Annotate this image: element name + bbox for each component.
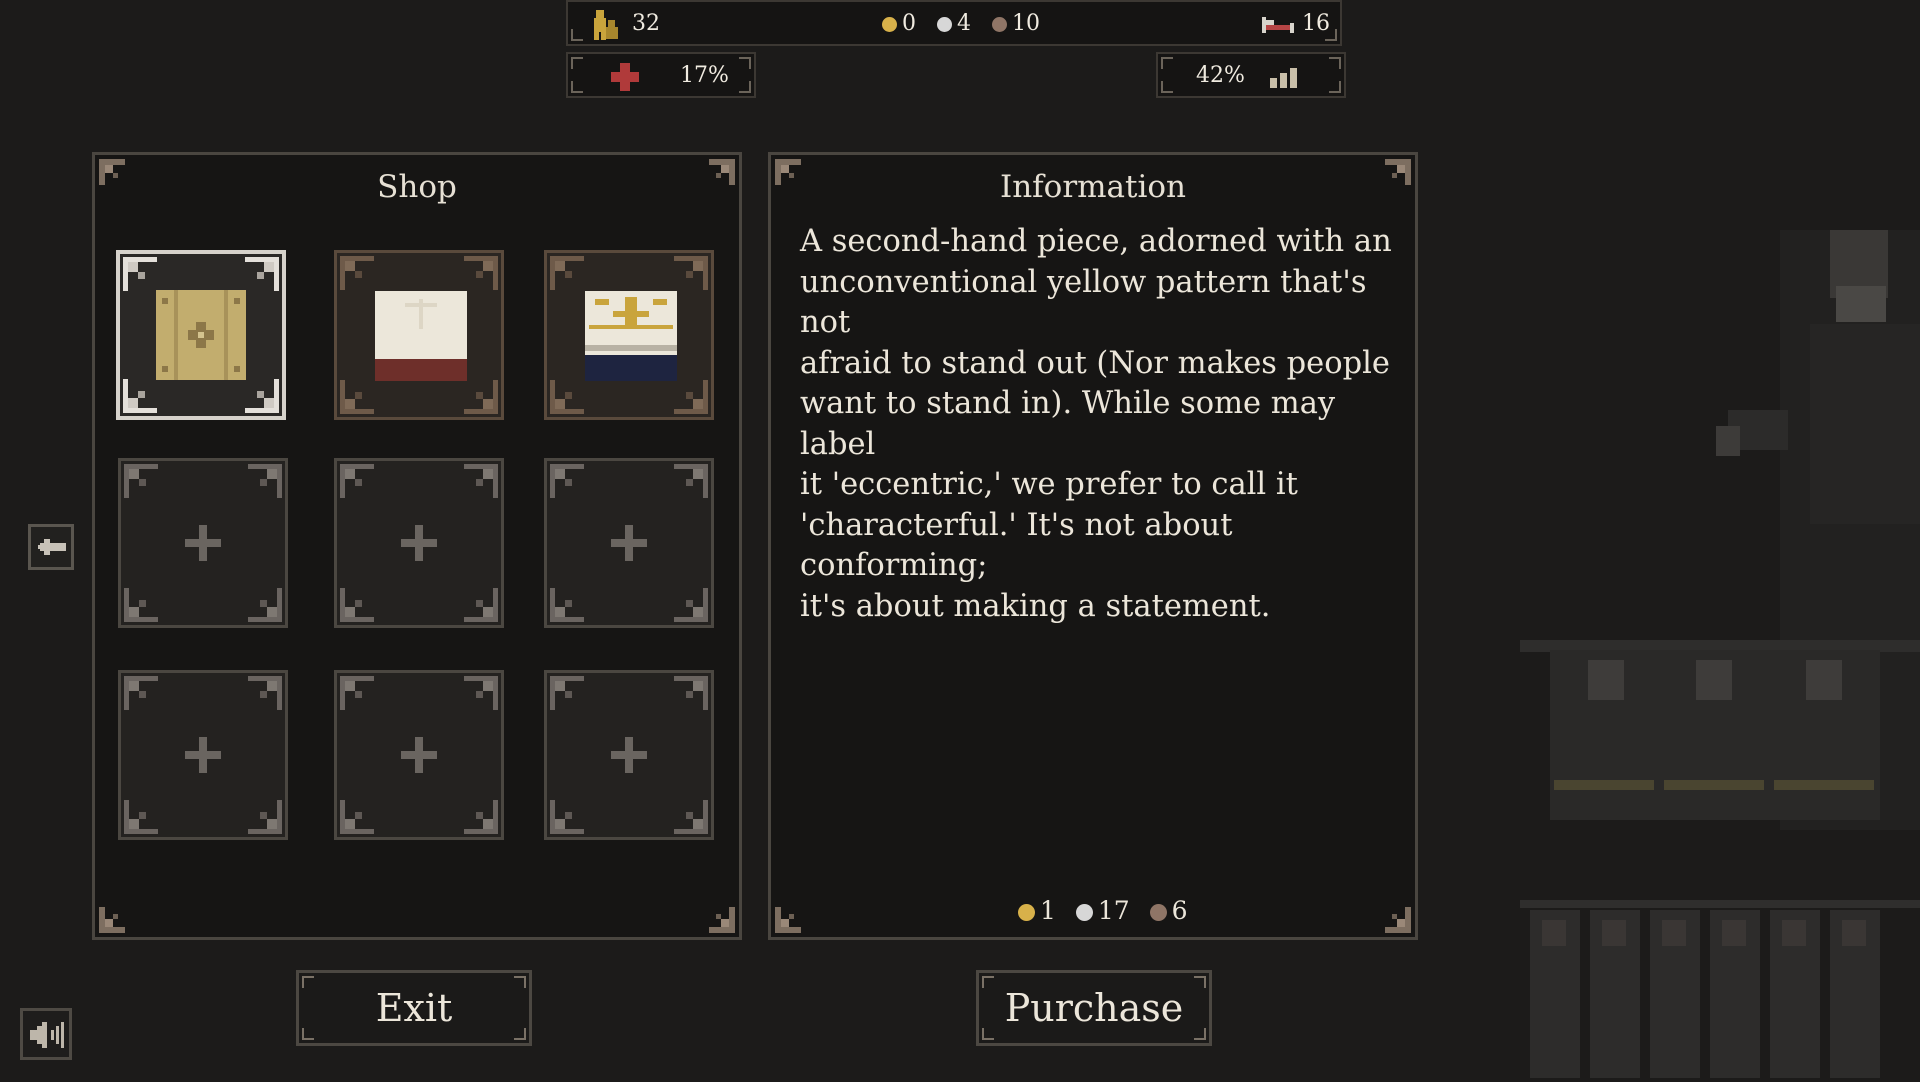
health-percent: 17% — [680, 63, 729, 88]
shop-item-slot-1[interactable] — [116, 250, 286, 420]
arrow-left-icon — [38, 536, 66, 562]
description-line: it 'eccentric,' we prefer to call it — [800, 467, 1298, 502]
signal-indicator: 42% — [1156, 52, 1346, 98]
description-line: want to stand in). While some may label — [800, 386, 1336, 462]
shop-item-slot-2[interactable] — [334, 250, 504, 420]
item-description: A second-hand piece, adorned with an unc… — [800, 222, 1400, 627]
exit-button-label: Exit — [375, 986, 453, 1030]
description-line: it's about making a statement. — [800, 588, 1271, 624]
gold-count: 0 — [902, 11, 916, 36]
shop-item-slot-8[interactable] — [334, 670, 504, 840]
people-icon — [594, 8, 624, 42]
plus-icon — [401, 737, 437, 773]
bed-count: 16 — [1302, 11, 1330, 36]
shop-item-slot-6[interactable] — [544, 458, 714, 628]
description-line: afraid to stand out (Nor makes people — [800, 345, 1390, 381]
bronze-coin-icon — [1149, 904, 1167, 921]
plus-icon — [185, 525, 221, 561]
silver-count: 4 — [957, 11, 971, 36]
red-cross-icon — [611, 63, 639, 91]
description-line: 'characterful.' It's not about conformin… — [800, 507, 1233, 584]
signal-bars-icon — [1270, 66, 1304, 88]
purchase-button-label: Purchase — [1004, 986, 1184, 1030]
plus-icon — [185, 737, 221, 773]
price-bronze: 6 — [1171, 896, 1188, 925]
yellow-pattern-fabric-icon — [156, 290, 246, 384]
bronze-count: 10 — [1012, 11, 1040, 36]
shop-item-slot-5[interactable] — [334, 458, 504, 628]
shop-title: Shop — [377, 169, 457, 205]
background-crowd-illustration — [1520, 220, 1920, 1078]
health-indicator: 17% — [566, 52, 756, 98]
white-red-fabric-icon — [375, 291, 467, 385]
description-line: unconventional yellow pattern that's not — [800, 264, 1367, 341]
item-price: 1 17 6 — [1018, 896, 1188, 925]
silver-coin-icon — [937, 16, 952, 32]
plus-icon — [611, 525, 647, 561]
description-line: A second-hand piece, adorned with an — [800, 224, 1392, 259]
shop-item-slot-9[interactable] — [544, 670, 714, 840]
back-button[interactable] — [28, 524, 74, 570]
signal-percent: 42% — [1196, 63, 1245, 88]
speaker-icon — [30, 1021, 66, 1053]
coin-balance: 0 4 10 — [882, 11, 1040, 36]
white-yellow-blue-fabric-icon — [585, 291, 677, 385]
plus-icon — [611, 737, 647, 773]
plus-icon — [401, 525, 437, 561]
shop-item-slot-7[interactable] — [118, 670, 288, 840]
population-count: 32 — [632, 11, 660, 36]
top-status-bar: 32 0 4 10 16 — [566, 0, 1342, 46]
silver-coin-icon — [1075, 904, 1093, 921]
price-gold: 1 — [1040, 896, 1056, 925]
bed-icon — [1262, 15, 1294, 35]
purchase-button[interactable]: Purchase — [976, 970, 1212, 1046]
exit-button[interactable]: Exit — [296, 970, 532, 1046]
price-silver: 17 — [1097, 896, 1130, 925]
gold-coin-icon — [882, 16, 897, 32]
shop-item-slot-3[interactable] — [544, 250, 714, 420]
bronze-coin-icon — [992, 16, 1007, 32]
sound-toggle-button[interactable] — [20, 1008, 72, 1060]
gold-coin-icon — [1018, 904, 1035, 921]
shop-item-slot-4[interactable] — [118, 458, 288, 628]
information-title: Information — [999, 169, 1187, 205]
